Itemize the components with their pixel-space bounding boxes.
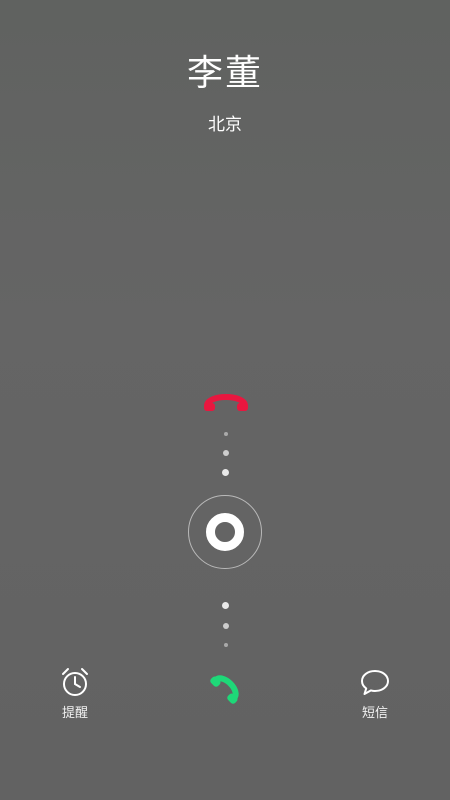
answer-call-icon[interactable] [208,670,244,706]
message-button[interactable]: 短信 [345,666,405,721]
call-slider-knob[interactable] [206,513,244,551]
message-label: 短信 [361,706,388,721]
remind-button[interactable]: 提醒 [45,666,105,721]
guide-dot [224,643,228,647]
alarm-clock-icon [62,668,88,696]
remind-label: 提醒 [61,706,88,721]
caller-name: 李董 [186,53,263,94]
guide-dot [222,602,229,609]
speech-bubble-icon [361,670,389,695]
caller-location: 北京 [208,115,242,135]
guide-dot [222,469,229,476]
guide-dot [223,450,229,456]
decline-call-icon[interactable] [203,388,249,414]
guide-dot [223,623,229,629]
incoming-call-screen: 李董 北京 提醒 短信 [0,0,450,800]
guide-dot [224,432,228,436]
